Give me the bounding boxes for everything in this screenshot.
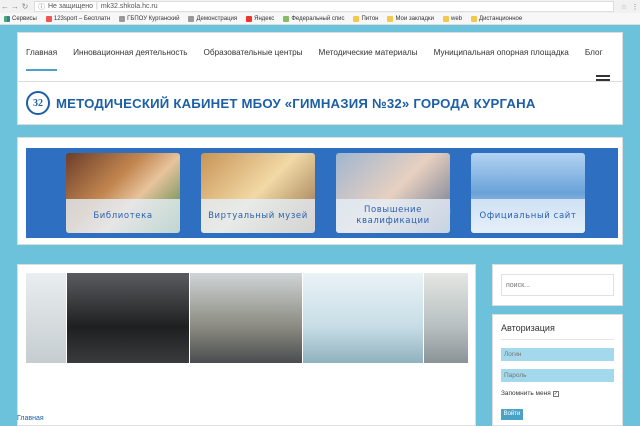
slide-photo bbox=[67, 273, 189, 363]
nav-item-innovation[interactable]: Инновационная деятельность bbox=[65, 33, 195, 71]
bookmark-label: Яндекс bbox=[254, 15, 275, 22]
bookmark-item[interactable]: Сервисы bbox=[4, 15, 37, 22]
login-widget: Авторизация Запомнить меня ✓ Войти bbox=[492, 314, 623, 426]
page-icon bbox=[119, 15, 126, 22]
bookmark-star-icon[interactable]: ☆ bbox=[618, 3, 630, 11]
slide-photo bbox=[190, 273, 302, 363]
tile-caption: Виртуальный музей bbox=[201, 199, 315, 233]
insecure-label: Не защищено bbox=[48, 3, 93, 10]
bookmark-label: Федеральный спис bbox=[291, 15, 345, 22]
slide-photo bbox=[26, 273, 66, 363]
folder-icon bbox=[443, 15, 449, 22]
bookmarks-bar: Сервисы 123sport – Бесплатн ГБПОУ Курган… bbox=[0, 13, 640, 25]
browser-address-bar: ← → ↻ ⓘ Не защищено | mk32.shkola.hc.ru … bbox=[0, 0, 640, 13]
forward-icon[interactable]: → bbox=[10, 2, 20, 11]
slide-photo bbox=[424, 273, 468, 363]
nav-item-materials[interactable]: Методические материалы bbox=[311, 33, 426, 71]
bookmark-folder[interactable]: Мои закладки bbox=[387, 15, 434, 22]
login-field[interactable] bbox=[501, 348, 614, 361]
nav-item-education-centers[interactable]: Образовательные центры bbox=[196, 33, 311, 71]
slide-photo bbox=[303, 273, 423, 363]
school-logo[interactable]: 32 bbox=[26, 91, 50, 115]
photo-slider[interactable] bbox=[26, 273, 469, 363]
nav-menu: Главная Инновационная деятельность Образ… bbox=[18, 33, 611, 71]
divider bbox=[501, 339, 614, 340]
tile-official-site[interactable]: Официальный сайт bbox=[471, 153, 585, 233]
tile-library[interactable]: Библиотека bbox=[66, 153, 180, 233]
bookmark-label: web bbox=[451, 15, 463, 22]
tile-caption: Библиотека bbox=[66, 199, 180, 233]
bookmark-item[interactable]: Федеральный спис bbox=[283, 15, 345, 22]
bookmark-item[interactable]: 123sport – Бесплатн bbox=[45, 15, 111, 22]
password-field[interactable] bbox=[501, 369, 614, 382]
url-text: mk32.shkola.hc.ru bbox=[100, 3, 158, 10]
folder-icon bbox=[353, 15, 360, 22]
bookmark-item[interactable]: ГБПОУ Курганский bbox=[119, 15, 180, 22]
nav-item-blog[interactable]: Блог bbox=[577, 33, 611, 71]
nav-item-home[interactable]: Главная bbox=[18, 33, 65, 71]
bookmark-folder[interactable]: web bbox=[443, 15, 463, 22]
login-button[interactable]: Войти bbox=[501, 408, 523, 420]
browser-menu-icon[interactable]: ⋮ bbox=[630, 3, 640, 11]
bookmark-label: Сервисы bbox=[12, 15, 37, 22]
back-icon[interactable]: ← bbox=[0, 2, 10, 11]
folder-icon bbox=[387, 15, 394, 22]
breadcrumb[interactable]: Главная bbox=[17, 415, 44, 422]
page-icon bbox=[188, 15, 195, 22]
page-content: Главная Инновационная деятельность Образ… bbox=[0, 26, 640, 426]
banner-section: Библиотека Виртуальный музей Повышение к… bbox=[17, 137, 623, 245]
remember-me-checkbox[interactable]: ✓ bbox=[552, 390, 559, 397]
federal-icon bbox=[283, 15, 290, 22]
bookmark-folder[interactable]: Дистанционное bbox=[471, 15, 523, 22]
url-separator: | bbox=[96, 3, 98, 10]
remember-me-row: Запомнить меня ✓ bbox=[501, 390, 614, 397]
tile-virtual-museum[interactable]: Виртуальный музей bbox=[201, 153, 315, 233]
bookmark-item[interactable]: Демонстрация bbox=[188, 15, 238, 22]
bookmark-label: 123sport – Бесплатн bbox=[53, 15, 111, 22]
reload-icon[interactable]: ↻ bbox=[20, 2, 30, 11]
login-title: Авторизация bbox=[501, 323, 555, 333]
bookmark-label: ГБПОУ Курганский bbox=[127, 15, 180, 22]
nav-item-support-platform[interactable]: Муниципальная опорная площадка bbox=[426, 33, 577, 71]
bookmark-label: Мои закладки bbox=[395, 15, 434, 22]
url-field[interactable]: ⓘ Не защищено | mk32.shkola.hc.ru bbox=[34, 1, 614, 12]
folder-icon bbox=[471, 15, 478, 22]
banner-strip: Библиотека Виртуальный музей Повышение к… bbox=[26, 148, 618, 238]
main-column bbox=[17, 264, 476, 426]
info-icon[interactable]: ⓘ bbox=[38, 2, 45, 12]
bookmark-folder[interactable]: Питон bbox=[353, 15, 379, 22]
bookmark-label: Дистанционное bbox=[479, 15, 523, 22]
bookmark-item[interactable]: Яндекс bbox=[246, 15, 275, 22]
site-title[interactable]: МЕТОДИЧЕСКИЙ КАБИНЕТ МБОУ «ГИМНАЗИЯ №32»… bbox=[56, 96, 536, 111]
tile-caption: Повышение квалификации bbox=[336, 199, 450, 233]
tile-qualification[interactable]: Повышение квалификации bbox=[336, 153, 450, 233]
site-header: 32 МЕТОДИЧЕСКИЙ КАБИНЕТ МБОУ «ГИМНАЗИЯ №… bbox=[17, 81, 623, 125]
tile-caption: Официальный сайт bbox=[471, 199, 585, 233]
mail-icon bbox=[45, 15, 52, 22]
remember-me-label: Запомнить меня bbox=[501, 390, 551, 397]
bookmark-label: Питон bbox=[361, 15, 379, 22]
search-widget bbox=[492, 264, 623, 306]
search-input[interactable] bbox=[501, 274, 614, 296]
yandex-icon bbox=[246, 15, 253, 22]
bookmark-label: Демонстрация bbox=[196, 15, 238, 22]
apps-icon bbox=[4, 15, 10, 22]
